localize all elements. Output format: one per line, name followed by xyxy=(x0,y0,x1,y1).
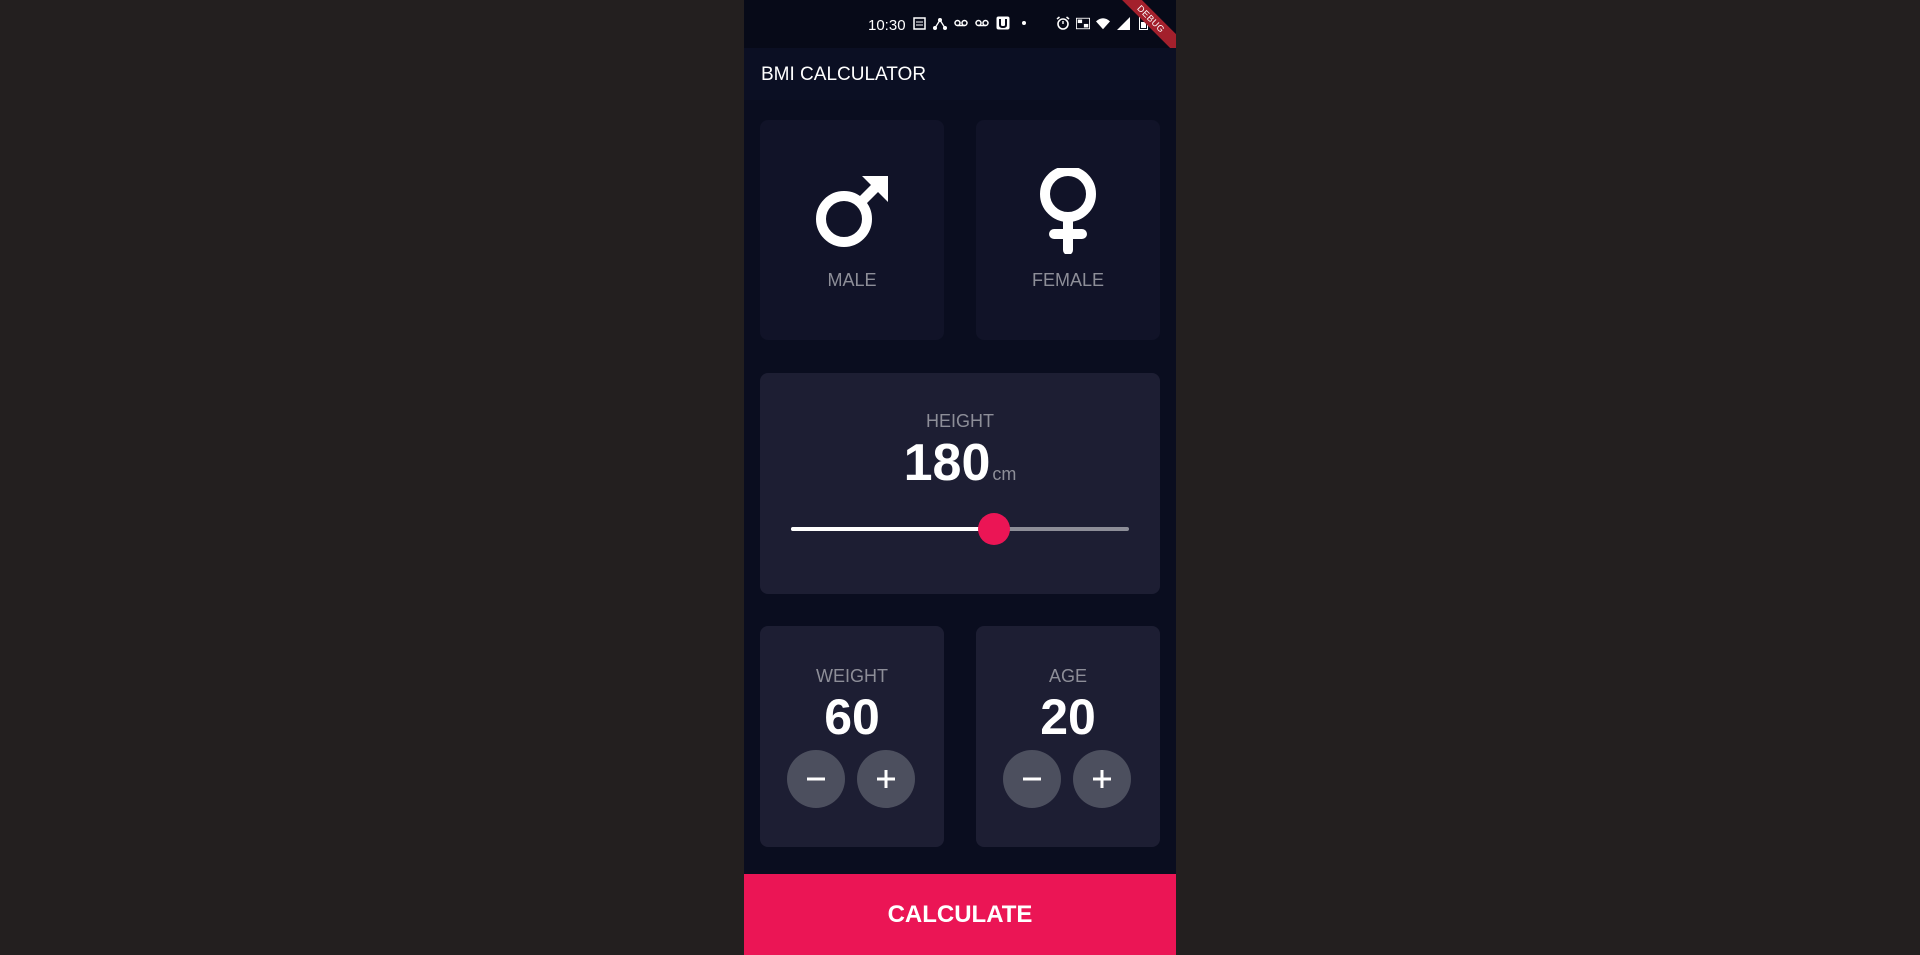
age-label: AGE xyxy=(1048,666,1087,686)
weight-increment-button[interactable] xyxy=(857,750,915,808)
weight-decrement-button[interactable] xyxy=(787,750,845,808)
weight-value: 60 xyxy=(824,689,880,745)
page-title: BMI CALCULATOR xyxy=(761,64,927,85)
status-time: 10:30 xyxy=(868,17,906,34)
female-icon xyxy=(1040,168,1096,254)
plus-icon xyxy=(877,770,895,788)
minus-icon xyxy=(807,777,825,781)
wifi-icon xyxy=(1096,16,1110,30)
calculate-button[interactable]: CALCULATE xyxy=(744,874,1176,955)
alarm-icon xyxy=(1056,16,1070,30)
u-icon xyxy=(996,16,1010,30)
slider-thumb[interactable] xyxy=(977,513,1010,545)
age-decrement-button[interactable] xyxy=(1003,750,1061,808)
minus-icon xyxy=(1023,777,1041,781)
status-bar: 10:30 DEBUG xyxy=(744,0,1176,63)
height-value-row: 180 cm xyxy=(760,433,1160,493)
plus-icon xyxy=(1093,770,1111,788)
status-notification-icons xyxy=(912,16,1031,30)
app-bar: BMI CALCULATOR xyxy=(744,48,1176,100)
height-card: HEIGHT 180 cm xyxy=(760,373,1160,594)
height-label: HEIGHT xyxy=(925,411,994,431)
network-icon xyxy=(933,16,947,30)
dot-icon xyxy=(1017,16,1031,30)
status-system-icons xyxy=(1056,16,1150,30)
male-card[interactable]: MALE xyxy=(760,120,944,340)
slider-track-active xyxy=(791,527,994,531)
male-icon xyxy=(816,176,888,247)
data-icon xyxy=(1076,16,1090,30)
weight-label: WEIGHT xyxy=(816,666,888,686)
height-slider[interactable] xyxy=(791,513,1129,545)
signal-icon xyxy=(1116,16,1130,30)
voicemail-icon xyxy=(975,16,989,30)
male-label: MALE xyxy=(827,270,877,290)
female-label: FEMALE xyxy=(1031,270,1105,290)
age-card: AGE 20 xyxy=(976,626,1160,847)
phone-screen: 10:30 DEBUG BMI CALCULATOR MALE FEMALE H… xyxy=(744,0,1176,955)
age-increment-button[interactable] xyxy=(1073,750,1131,808)
news-icon xyxy=(912,16,926,30)
voicemail-icon xyxy=(954,16,968,30)
female-card[interactable]: FEMALE xyxy=(976,120,1160,340)
age-value: 20 xyxy=(1040,689,1096,745)
weight-card: WEIGHT 60 xyxy=(760,626,944,847)
height-value: 180 xyxy=(903,434,991,492)
height-unit: cm xyxy=(992,464,1017,484)
